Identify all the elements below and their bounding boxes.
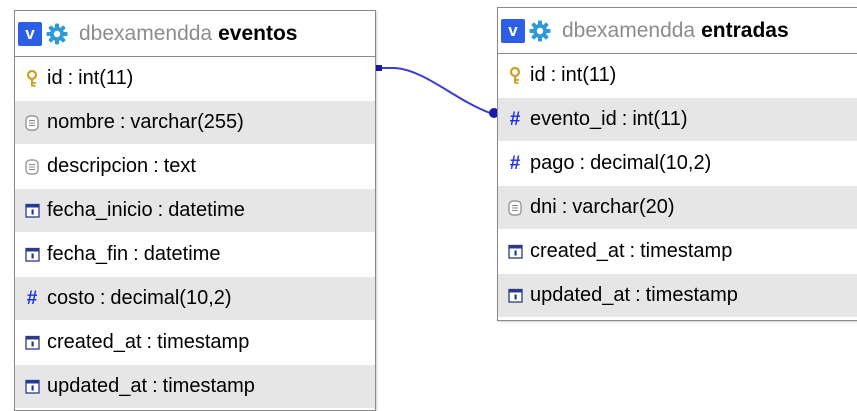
table-header[interactable]: v dbexamendda entradas <box>498 8 857 54</box>
column-row-dni[interactable]: dni: varchar(20) <box>498 186 857 230</box>
designer-canvas: v dbexamendda eventos id: int(11) nombre: <box>0 0 857 411</box>
column-list: id: int(11) # evento_id: int(11) # pago: decima… <box>498 54 857 318</box>
toggle-columns-button[interactable]: v <box>501 18 525 43</box>
column-type: int(11) <box>632 108 688 130</box>
column-type: int(11) <box>78 67 134 89</box>
text-field-icon <box>23 114 41 132</box>
column-row-id[interactable]: id: int(11) <box>15 57 375 101</box>
calendar-icon <box>506 287 524 305</box>
gear-icon[interactable] <box>45 22 69 46</box>
column-type-separator: : <box>119 111 126 133</box>
column-name: fecha_inicio <box>47 199 153 221</box>
column-type-separator: : <box>550 64 557 86</box>
column-name: descripcion <box>47 155 149 177</box>
column-type-separator: : <box>621 108 628 130</box>
column-type: decimal(10,2) <box>590 152 712 174</box>
table-entradas[interactable]: v dbexamendda entradas id: int(11) # event <box>497 7 857 321</box>
column-name: fecha_fin <box>47 243 129 265</box>
column-row-nombre[interactable]: nombre: varchar(255) <box>15 101 375 145</box>
column-type: text <box>163 155 196 177</box>
column-row-pago[interactable]: # pago: decimal(10,2) <box>498 142 857 186</box>
column-name: updated_at <box>530 284 631 306</box>
table-eventos[interactable]: v dbexamendda eventos id: int(11) nombre: <box>14 10 376 411</box>
column-type: timestamp <box>645 284 738 306</box>
column-type-separator: : <box>67 67 74 89</box>
column-row-updated-at[interactable]: updated_at: timestamp <box>15 365 375 409</box>
gear-icon[interactable] <box>528 19 552 43</box>
toggle-columns-button[interactable]: v <box>18 21 42 46</box>
text-field-icon <box>506 199 524 217</box>
column-type: timestamp <box>157 331 250 353</box>
column-type-separator: : <box>157 199 164 221</box>
column-row-fecha-inicio[interactable]: fecha_inicio: datetime <box>15 189 375 233</box>
column-type-separator: : <box>635 284 641 306</box>
database-name: dbexamendda <box>79 21 213 45</box>
column-type-separator: : <box>579 152 586 174</box>
column-type: timestamp <box>640 240 733 262</box>
column-type-separator: : <box>153 155 159 177</box>
column-type-separator: : <box>561 196 568 218</box>
column-row-created-at[interactable]: created_at: timestamp <box>15 321 375 365</box>
column-name: created_at <box>47 331 142 353</box>
numeric-icon: # <box>509 152 521 174</box>
key-icon <box>23 69 41 88</box>
column-type: int(11) <box>561 64 617 86</box>
column-row-descripcion[interactable]: descripcion: text <box>15 145 375 189</box>
column-type-separator: : <box>152 375 158 397</box>
column-list: id: int(11) nombre: varchar(255) descripcion… <box>15 57 375 409</box>
calendar-icon <box>23 202 41 220</box>
calendar-icon <box>23 334 41 352</box>
table-name[interactable]: eventos <box>218 22 297 46</box>
column-type-separator: : <box>629 240 636 262</box>
column-type: timestamp <box>162 375 255 397</box>
column-name: pago <box>530 152 575 174</box>
numeric-icon: # <box>509 108 521 130</box>
column-name: created_at <box>530 240 625 262</box>
column-row-fecha-fin[interactable]: fecha_fin: datetime <box>15 233 375 277</box>
column-name: dni <box>530 196 557 218</box>
column-name: updated_at <box>47 375 148 397</box>
calendar-icon <box>23 378 41 396</box>
column-type: varchar(20) <box>572 196 675 218</box>
column-type-separator: : <box>133 243 139 265</box>
column-row-id[interactable]: id: int(11) <box>498 54 857 98</box>
calendar-icon <box>23 246 41 264</box>
column-type: datetime <box>168 199 245 221</box>
column-type: datetime <box>143 243 221 265</box>
column-name: evento_id <box>530 108 617 130</box>
column-type-separator: : <box>146 331 153 353</box>
database-name: dbexamendda <box>562 18 696 42</box>
numeric-icon: # <box>26 287 38 309</box>
column-row-updated-at[interactable]: updated_at: timestamp <box>498 274 857 318</box>
table-name[interactable]: entradas <box>701 19 789 43</box>
calendar-icon <box>506 243 524 261</box>
column-row-costo[interactable]: # costo: decimal(10,2) <box>15 277 375 321</box>
column-type: decimal(10,2) <box>110 287 232 309</box>
column-type-separator: : <box>99 287 106 309</box>
column-name: id <box>530 64 546 86</box>
key-icon <box>506 66 524 85</box>
text-field-icon <box>23 158 41 176</box>
column-name: id <box>47 67 63 89</box>
column-name: costo <box>47 287 95 309</box>
column-name: nombre <box>47 111 115 133</box>
table-header[interactable]: v dbexamendda eventos <box>15 11 375 57</box>
column-row-evento-id[interactable]: # evento_id: int(11) <box>498 98 857 142</box>
column-row-created-at[interactable]: created_at: timestamp <box>498 230 857 274</box>
column-type: varchar(255) <box>130 111 244 133</box>
